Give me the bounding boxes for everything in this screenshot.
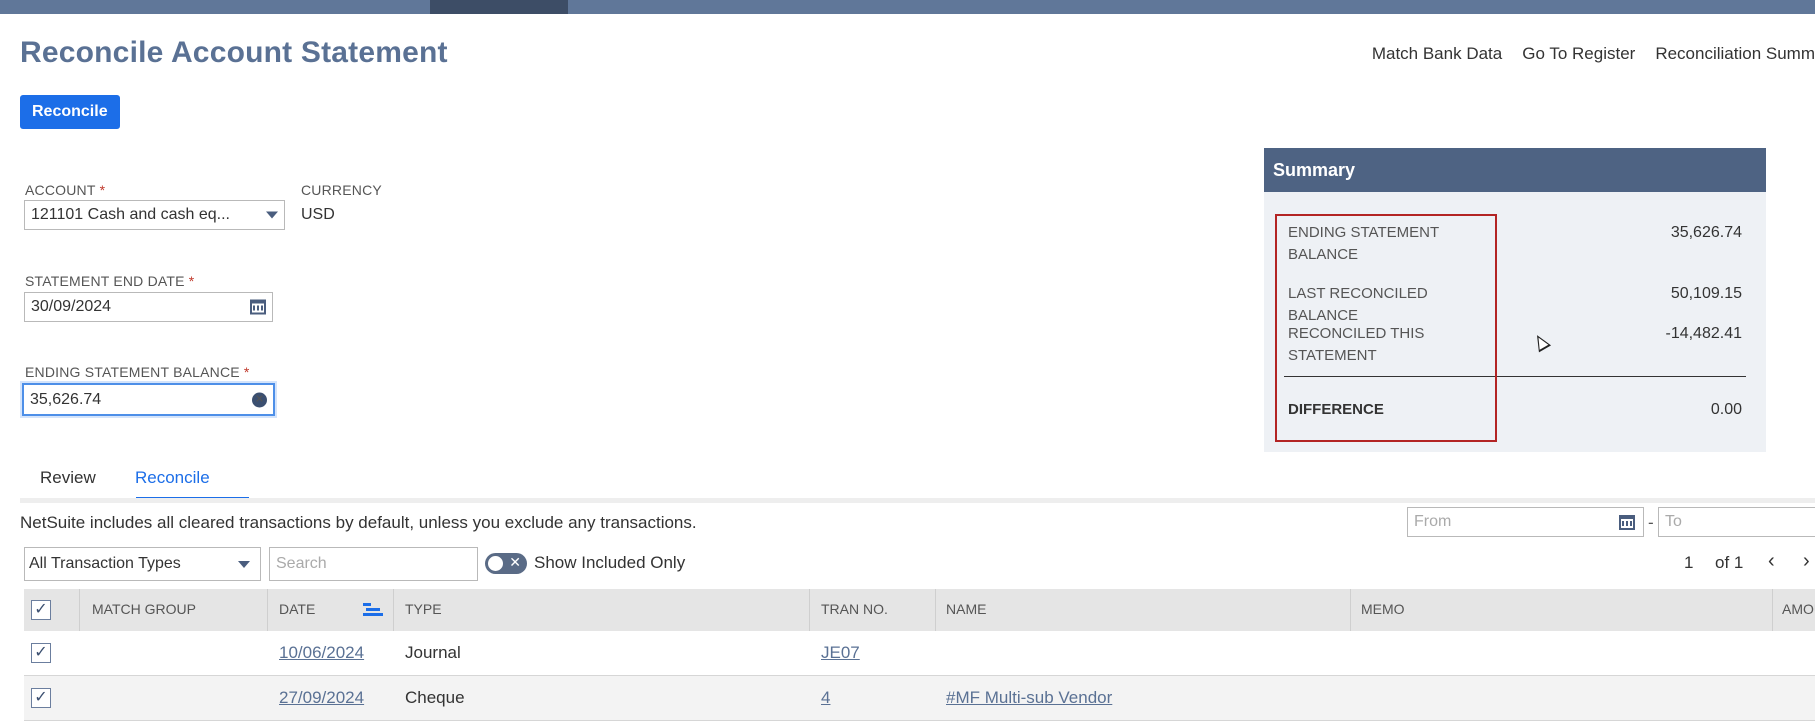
column-amount[interactable]: AMOU: [1782, 601, 1815, 617]
column-tran-no[interactable]: TRAN NO.: [821, 601, 888, 617]
info-message: NetSuite includes all cleared transactio…: [20, 513, 697, 532]
difference-value: 0.00: [1710, 401, 1742, 418]
highlight-box: [1275, 214, 1497, 442]
next-page-icon[interactable]: ›: [1803, 550, 1810, 573]
clear-icon[interactable]: ✕: [252, 392, 267, 407]
column-divider: [267, 589, 268, 631]
page-links: Match Bank Data Go To Register Reconcili…: [1372, 44, 1815, 64]
close-icon: ✕: [509, 554, 521, 570]
row-date-link[interactable]: 10/06/2024: [279, 643, 364, 663]
column-type[interactable]: TYPE: [405, 601, 442, 617]
chevron-down-icon[interactable]: [266, 211, 278, 219]
account-label: ACCOUNT *: [25, 182, 106, 198]
tab-divider: [20, 498, 1815, 503]
row-type: Journal: [405, 643, 461, 662]
summary-value: 35,626.74: [1670, 224, 1742, 241]
column-divider: [393, 589, 394, 631]
reconciliation-summary-link[interactable]: Reconciliation Summ: [1655, 44, 1815, 64]
table-row[interactable]: ✓ 27/09/2024 Cheque 4 #MF Multi-sub Vend…: [24, 676, 1815, 721]
row-checkbox[interactable]: ✓: [31, 688, 51, 708]
summary-value: 50,109.15: [1670, 285, 1742, 302]
tab-reconcile[interactable]: Reconcile: [135, 468, 210, 488]
column-match-group[interactable]: MATCH GROUP: [92, 601, 196, 617]
column-divider: [1772, 589, 1773, 631]
row-date-link[interactable]: 27/09/2024: [279, 688, 364, 708]
match-bank-data-link[interactable]: Match Bank Data: [1372, 44, 1502, 64]
row-checkbox[interactable]: ✓: [31, 643, 51, 663]
toggle-knob: [488, 556, 503, 571]
summary-panel: Summary ENDING STATEMENT BALANCE 35,626.…: [1264, 148, 1766, 452]
tab-review[interactable]: Review: [40, 468, 96, 488]
go-to-register-link[interactable]: Go To Register: [1522, 44, 1635, 64]
from-date-field[interactable]: From: [1407, 507, 1644, 537]
page-number: 1: [1684, 553, 1694, 572]
column-date[interactable]: DATE: [279, 601, 315, 617]
tab-bar: Review Reconcile: [20, 460, 1815, 501]
ending-balance-value: 35,626.74: [30, 390, 102, 408]
column-memo[interactable]: MEMO: [1361, 601, 1405, 617]
show-included-only-toggle[interactable]: ✕: [485, 553, 527, 574]
select-all-checkbox[interactable]: ✓: [31, 600, 51, 620]
ending-balance-input[interactable]: 35,626.74 ✕: [22, 383, 275, 416]
show-included-only-label: Show Included Only: [534, 553, 686, 572]
chevron-down-icon[interactable]: [238, 561, 250, 568]
to-date-placeholder: To: [1665, 513, 1682, 530]
date-range-separator: -: [1648, 513, 1654, 532]
transaction-type-select[interactable]: All Transaction Types: [24, 547, 261, 581]
from-date-placeholder: From: [1414, 513, 1452, 530]
page-title: Reconcile Account Statement: [20, 36, 448, 69]
row-name-link[interactable]: #MF Multi-sub Vendor: [946, 688, 1112, 708]
calendar-icon[interactable]: [1619, 515, 1635, 530]
statement-end-date-field[interactable]: 30/09/2024: [24, 292, 273, 322]
to-date-field[interactable]: To: [1658, 507, 1815, 537]
sort-icon[interactable]: [363, 603, 383, 617]
page-count: of 1: [1715, 553, 1744, 572]
row-tran-no-link[interactable]: 4: [821, 688, 830, 708]
active-nav-tab[interactable]: [430, 0, 568, 14]
ending-balance-label: ENDING STATEMENT BALANCE *: [25, 364, 250, 380]
summary-title: Summary: [1264, 148, 1766, 192]
account-value: 121101 Cash and cash eq...: [31, 206, 230, 223]
reconcile-button[interactable]: Reconcile: [20, 95, 120, 129]
summary-value: -14,482.41: [1665, 325, 1742, 342]
search-input[interactable]: Search: [269, 547, 478, 581]
column-divider: [935, 589, 936, 631]
currency-label: CURRENCY: [301, 182, 382, 198]
statement-end-date-label: STATEMENT END DATE *: [25, 273, 195, 289]
column-divider: [809, 589, 810, 631]
column-divider: [1350, 589, 1351, 631]
row-tran-no-link[interactable]: JE07: [821, 643, 860, 663]
calendar-icon[interactable]: [250, 299, 266, 315]
statement-end-date-value: 30/09/2024: [31, 298, 112, 315]
currency-value: USD: [301, 206, 335, 223]
transaction-type-value: All Transaction Types: [29, 555, 181, 572]
row-type: Cheque: [405, 688, 465, 707]
previous-page-icon[interactable]: ‹: [1768, 550, 1775, 573]
top-navigation-bar: [0, 0, 1815, 14]
table-row[interactable]: ✓ 10/06/2024 Journal JE07: [24, 631, 1815, 676]
grid-header: ✓ MATCH GROUP DATE TYPE TRAN NO. NAME ME…: [24, 589, 1815, 632]
column-divider: [79, 589, 80, 631]
search-placeholder: Search: [276, 555, 327, 572]
account-select[interactable]: 121101 Cash and cash eq...: [24, 200, 285, 230]
column-name[interactable]: NAME: [946, 601, 986, 617]
